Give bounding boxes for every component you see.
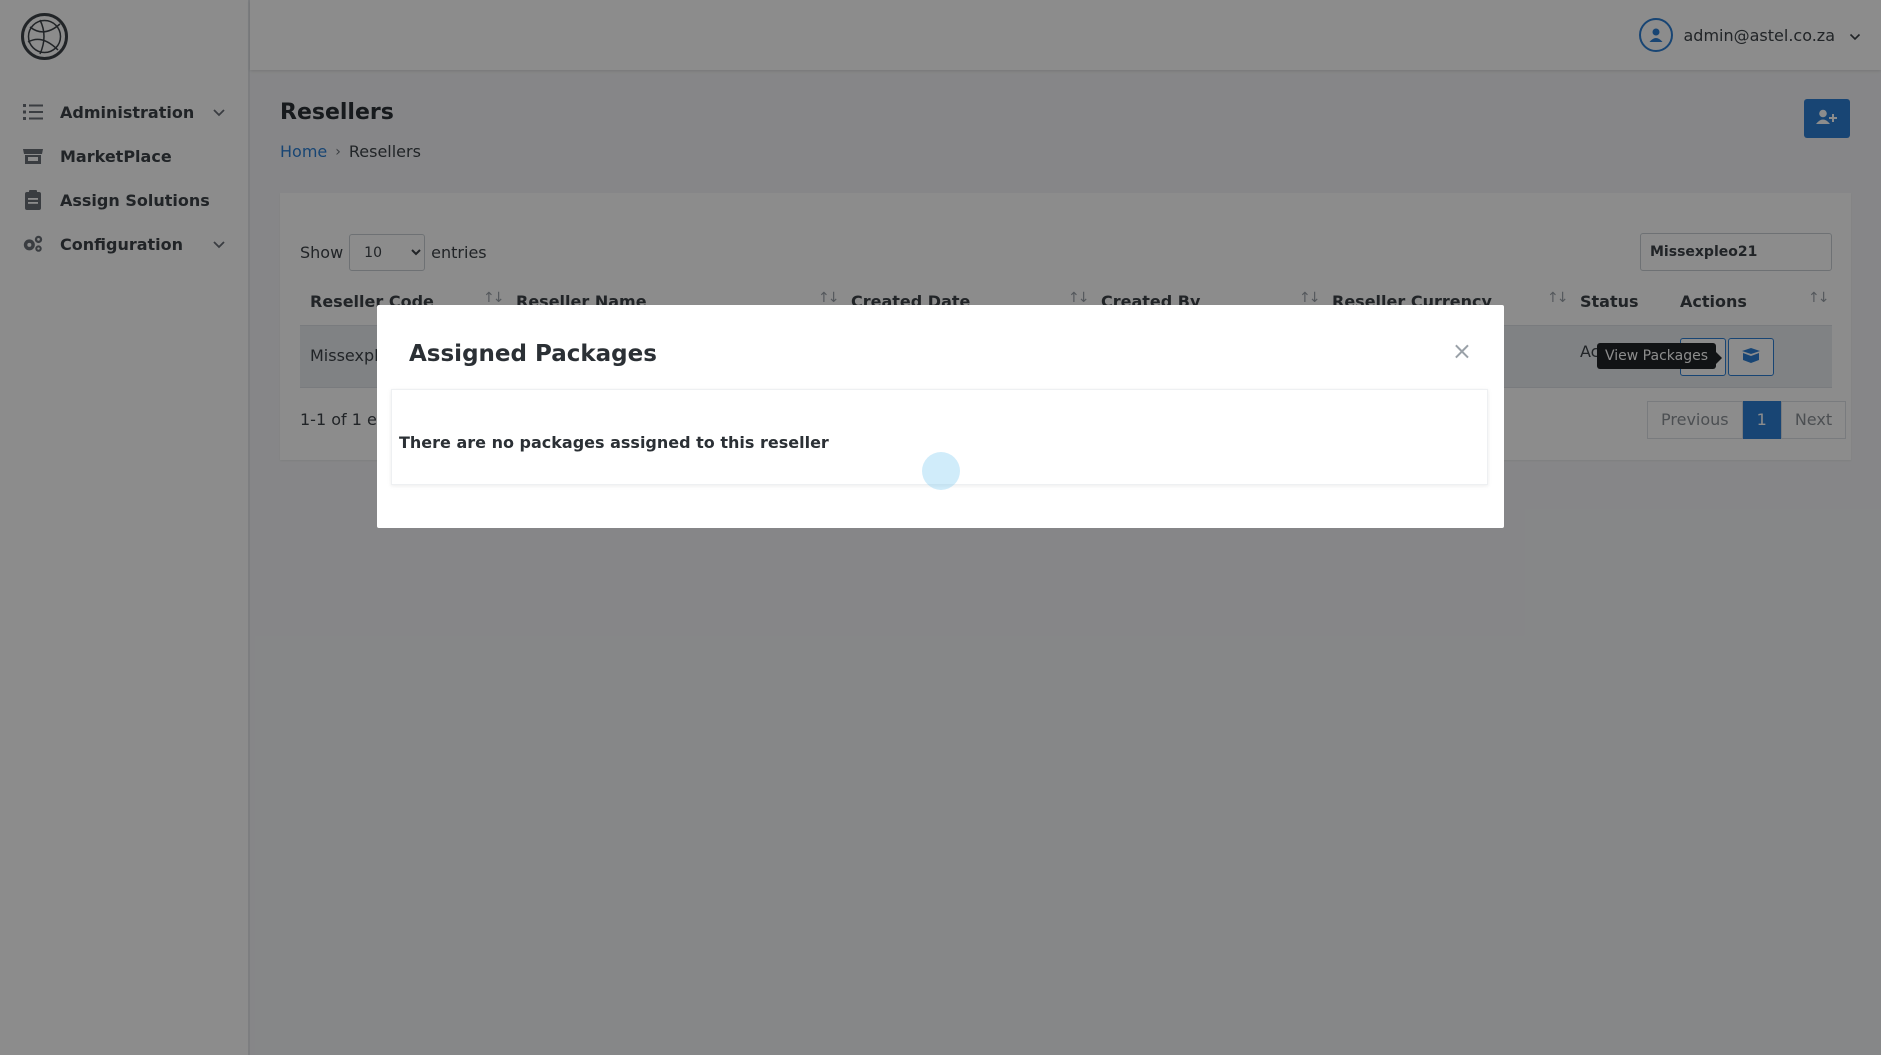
- cursor-indicator: [922, 452, 960, 490]
- assigned-packages-modal: Assigned Packages ×: [377, 305, 1504, 528]
- modal-title: Assigned Packages: [409, 341, 657, 367]
- close-icon[interactable]: ×: [1452, 337, 1472, 365]
- empty-packages-message: There are no packages assigned to this r…: [399, 433, 829, 452]
